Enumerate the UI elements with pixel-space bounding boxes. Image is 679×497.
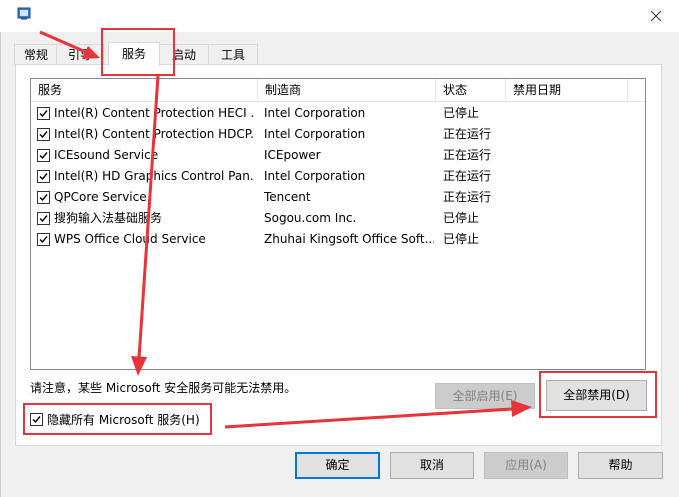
service-manufacturer: Tencent	[264, 190, 311, 204]
close-icon	[650, 10, 662, 22]
table-row[interactable]: WPS Office Cloud Service Zhuhai Kingsoft…	[31, 229, 645, 250]
tab-label: 启动	[171, 48, 196, 62]
window-left-edge	[0, 32, 1, 497]
service-status: 正在运行	[443, 127, 492, 141]
close-button[interactable]	[633, 0, 679, 32]
ok-button[interactable]: 确定	[295, 452, 380, 479]
service-manufacturer: Intel Corporation	[264, 169, 366, 183]
tab-general[interactable]: 常规	[14, 44, 58, 65]
service-manufacturer: Intel Corporation	[264, 106, 366, 120]
checkmark-icon	[39, 110, 48, 118]
services-list[interactable]: 服务 制造商 状态 禁用日期 Intel(R) Content Protecti…	[30, 78, 646, 370]
service-manufacturer: Zhuhai Kingsoft Office Soft...	[264, 232, 434, 246]
tab-label: 工具	[220, 48, 245, 62]
service-name: WPS Office Cloud Service	[54, 232, 206, 246]
annotation-box-disable-all	[539, 371, 657, 418]
column-header-status[interactable]: 状态	[436, 79, 506, 101]
service-status: 已停止	[443, 106, 480, 120]
service-status: 正在运行	[443, 190, 492, 204]
service-manufacturer: Sogou.com Inc.	[264, 211, 357, 225]
table-row[interactable]: 搜狗输入法基础服务 Sogou.com Inc. 已停止	[31, 208, 645, 229]
tab-label: 引导	[67, 48, 92, 62]
service-status: 已停止	[443, 211, 480, 225]
table-row[interactable]: QPCore Service Tencent 正在运行	[31, 187, 645, 208]
table-row[interactable]: Intel(R) Content Protection HECI ... Int…	[31, 103, 645, 124]
service-checkbox[interactable]	[37, 212, 50, 225]
table-row[interactable]: Intel(R) HD Graphics Control Pan... Inte…	[31, 166, 645, 187]
service-checkbox[interactable]	[37, 170, 50, 183]
checkmark-icon	[39, 236, 48, 244]
service-name: 搜狗输入法基础服务	[54, 211, 163, 225]
service-status: 正在运行	[443, 169, 492, 183]
system-configuration-window: 常规 引导 服务 启动 工具 服务 制造商 状态 禁用日期 Intel(R) C…	[0, 0, 679, 497]
service-checkbox[interactable]	[37, 191, 50, 204]
service-name: Intel(R) HD Graphics Control Pan...	[54, 169, 254, 183]
tab-services[interactable]: 服务	[108, 42, 160, 66]
enable-all-button[interactable]: 全部启用(E)	[435, 383, 535, 409]
service-checkbox[interactable]	[37, 128, 50, 141]
service-manufacturer: Intel Corporation	[264, 127, 366, 141]
table-row[interactable]: ICEsound Service ICEpower 正在运行	[31, 145, 645, 166]
msconfig-app-icon	[17, 7, 31, 21]
service-checkbox[interactable]	[37, 233, 50, 246]
microsoft-services-note: 请注意，某些 Microsoft 安全服务可能无法禁用。	[30, 381, 297, 395]
help-button[interactable]: 帮助	[578, 452, 663, 479]
service-status: 正在运行	[443, 148, 492, 162]
list-header: 服务 制造商 状态 禁用日期	[31, 79, 645, 102]
service-name: Intel(R) Content Protection HDCP...	[54, 127, 254, 141]
service-name: Intel(R) Content Protection HECI ...	[54, 106, 254, 120]
tab-label: 服务	[121, 47, 146, 61]
checkmark-icon	[39, 152, 48, 160]
checkmark-icon	[39, 173, 48, 181]
checkmark-icon	[39, 194, 48, 202]
tab-tools[interactable]: 工具	[208, 44, 258, 65]
tab-boot[interactable]: 引导	[56, 44, 104, 65]
checkmark-icon	[39, 215, 48, 223]
checkmark-icon	[39, 131, 48, 139]
service-manufacturer: ICEpower	[264, 148, 321, 162]
service-status: 已停止	[443, 232, 480, 246]
service-checkbox[interactable]	[37, 107, 50, 120]
service-checkbox[interactable]	[37, 149, 50, 162]
annotation-box-hide-ms	[23, 403, 212, 435]
table-row[interactable]: Intel(R) Content Protection HDCP... Inte…	[31, 124, 645, 145]
service-name: ICEsound Service	[54, 148, 159, 162]
column-header-manufacturer[interactable]: 制造商	[258, 79, 436, 101]
column-header-disabled-date[interactable]: 禁用日期	[506, 79, 628, 101]
column-header-service[interactable]: 服务	[31, 79, 258, 101]
apply-button[interactable]: 应用(A)	[484, 452, 568, 479]
tab-label: 常规	[23, 48, 48, 62]
cancel-button[interactable]: 取消	[390, 452, 474, 479]
service-name: QPCore Service	[54, 190, 147, 204]
